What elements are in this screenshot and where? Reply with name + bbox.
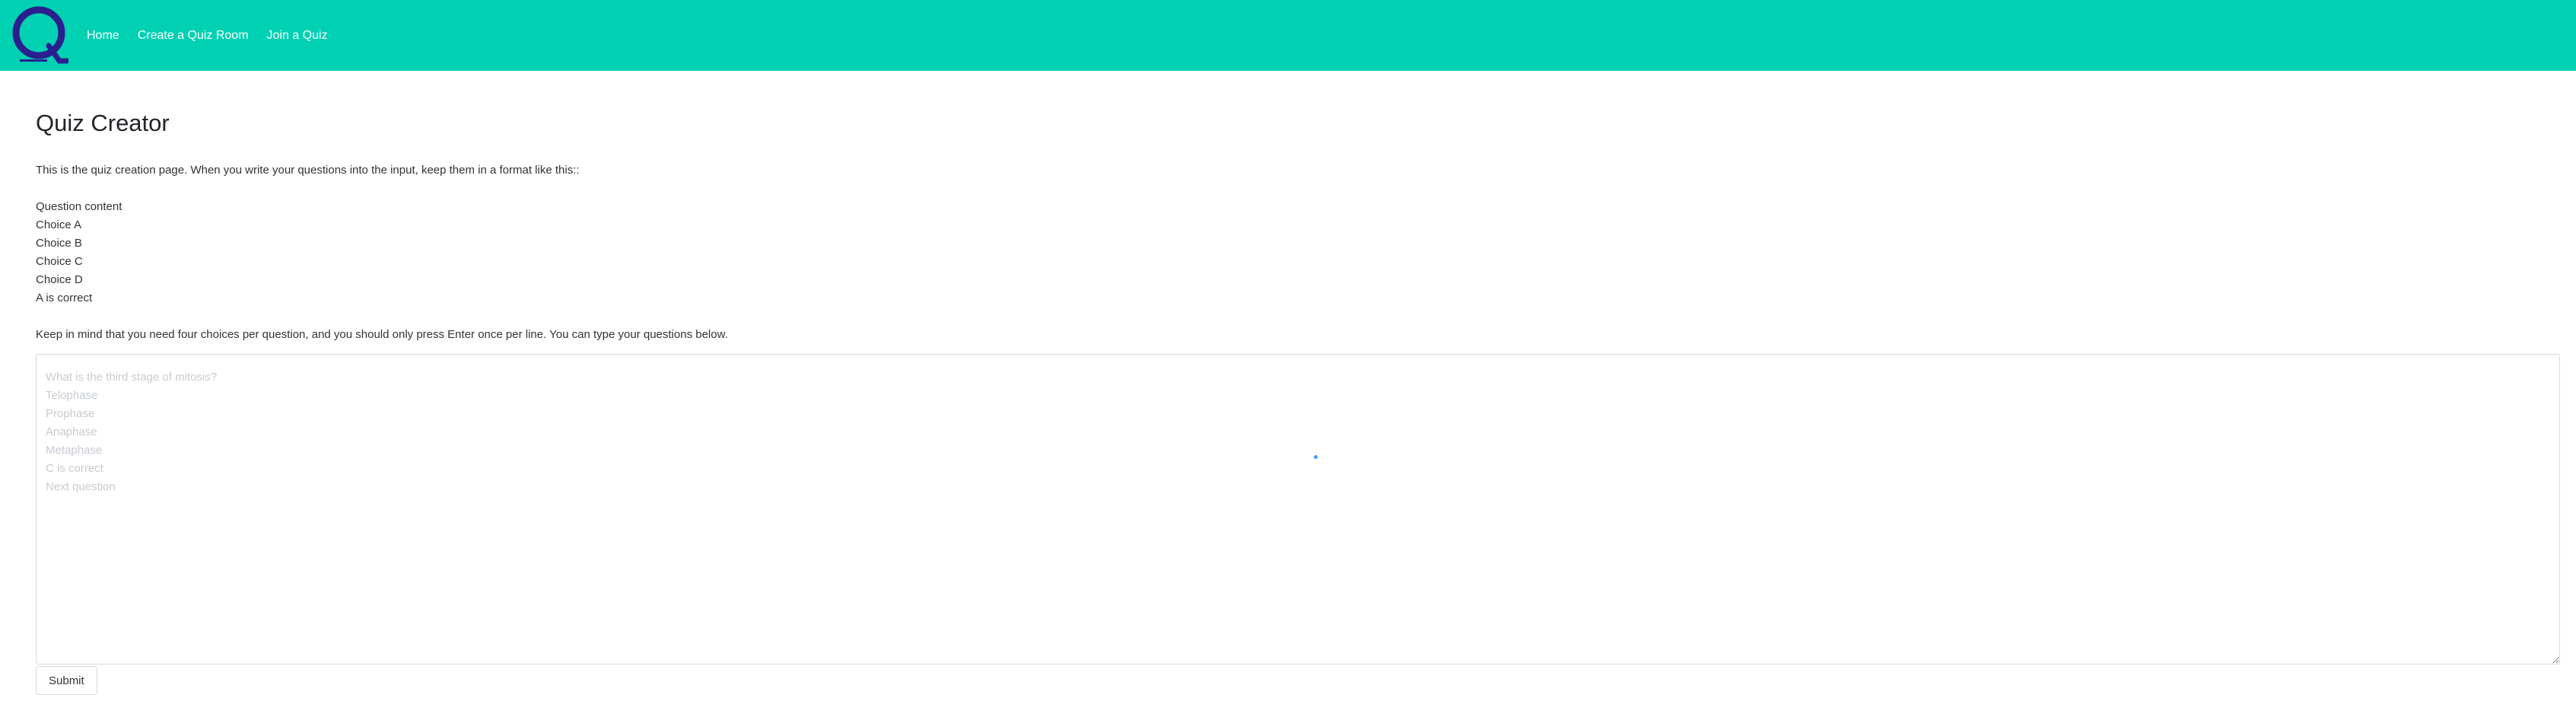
format-line-question: Question content xyxy=(36,200,122,213)
intro-text: This is the quiz creation page. When you… xyxy=(36,164,580,177)
instructions-note: Keep in mind that you need four choices … xyxy=(36,328,728,341)
main-content: Quiz Creator This is the quiz creation p… xyxy=(36,107,2560,695)
format-line-choice-d: Choice D xyxy=(36,273,83,286)
format-example: Question content Choice A Choice B Choic… xyxy=(36,198,2560,308)
page-title: Quiz Creator xyxy=(36,110,170,136)
submit-button[interactable]: Submit xyxy=(36,666,97,695)
format-line-choice-a: Choice A xyxy=(36,218,82,231)
nav-links: Home Create a Quiz Room Join a Quiz xyxy=(87,0,328,71)
nav-link-create-quiz-room[interactable]: Create a Quiz Room xyxy=(138,29,249,43)
format-line-choice-c: Choice C xyxy=(36,255,83,268)
nav-link-home[interactable]: Home xyxy=(87,29,119,43)
format-line-choice-b: Choice B xyxy=(36,237,82,250)
questions-textarea[interactable] xyxy=(36,354,2560,664)
quiz-logo-icon[interactable] xyxy=(11,6,70,64)
top-navbar: Home Create a Quiz Room Join a Quiz xyxy=(0,0,2576,71)
format-line-correct: A is correct xyxy=(36,292,93,304)
nav-link-join-quiz[interactable]: Join a Quiz xyxy=(267,29,328,43)
mouse-cursor-icon xyxy=(1314,455,1318,459)
